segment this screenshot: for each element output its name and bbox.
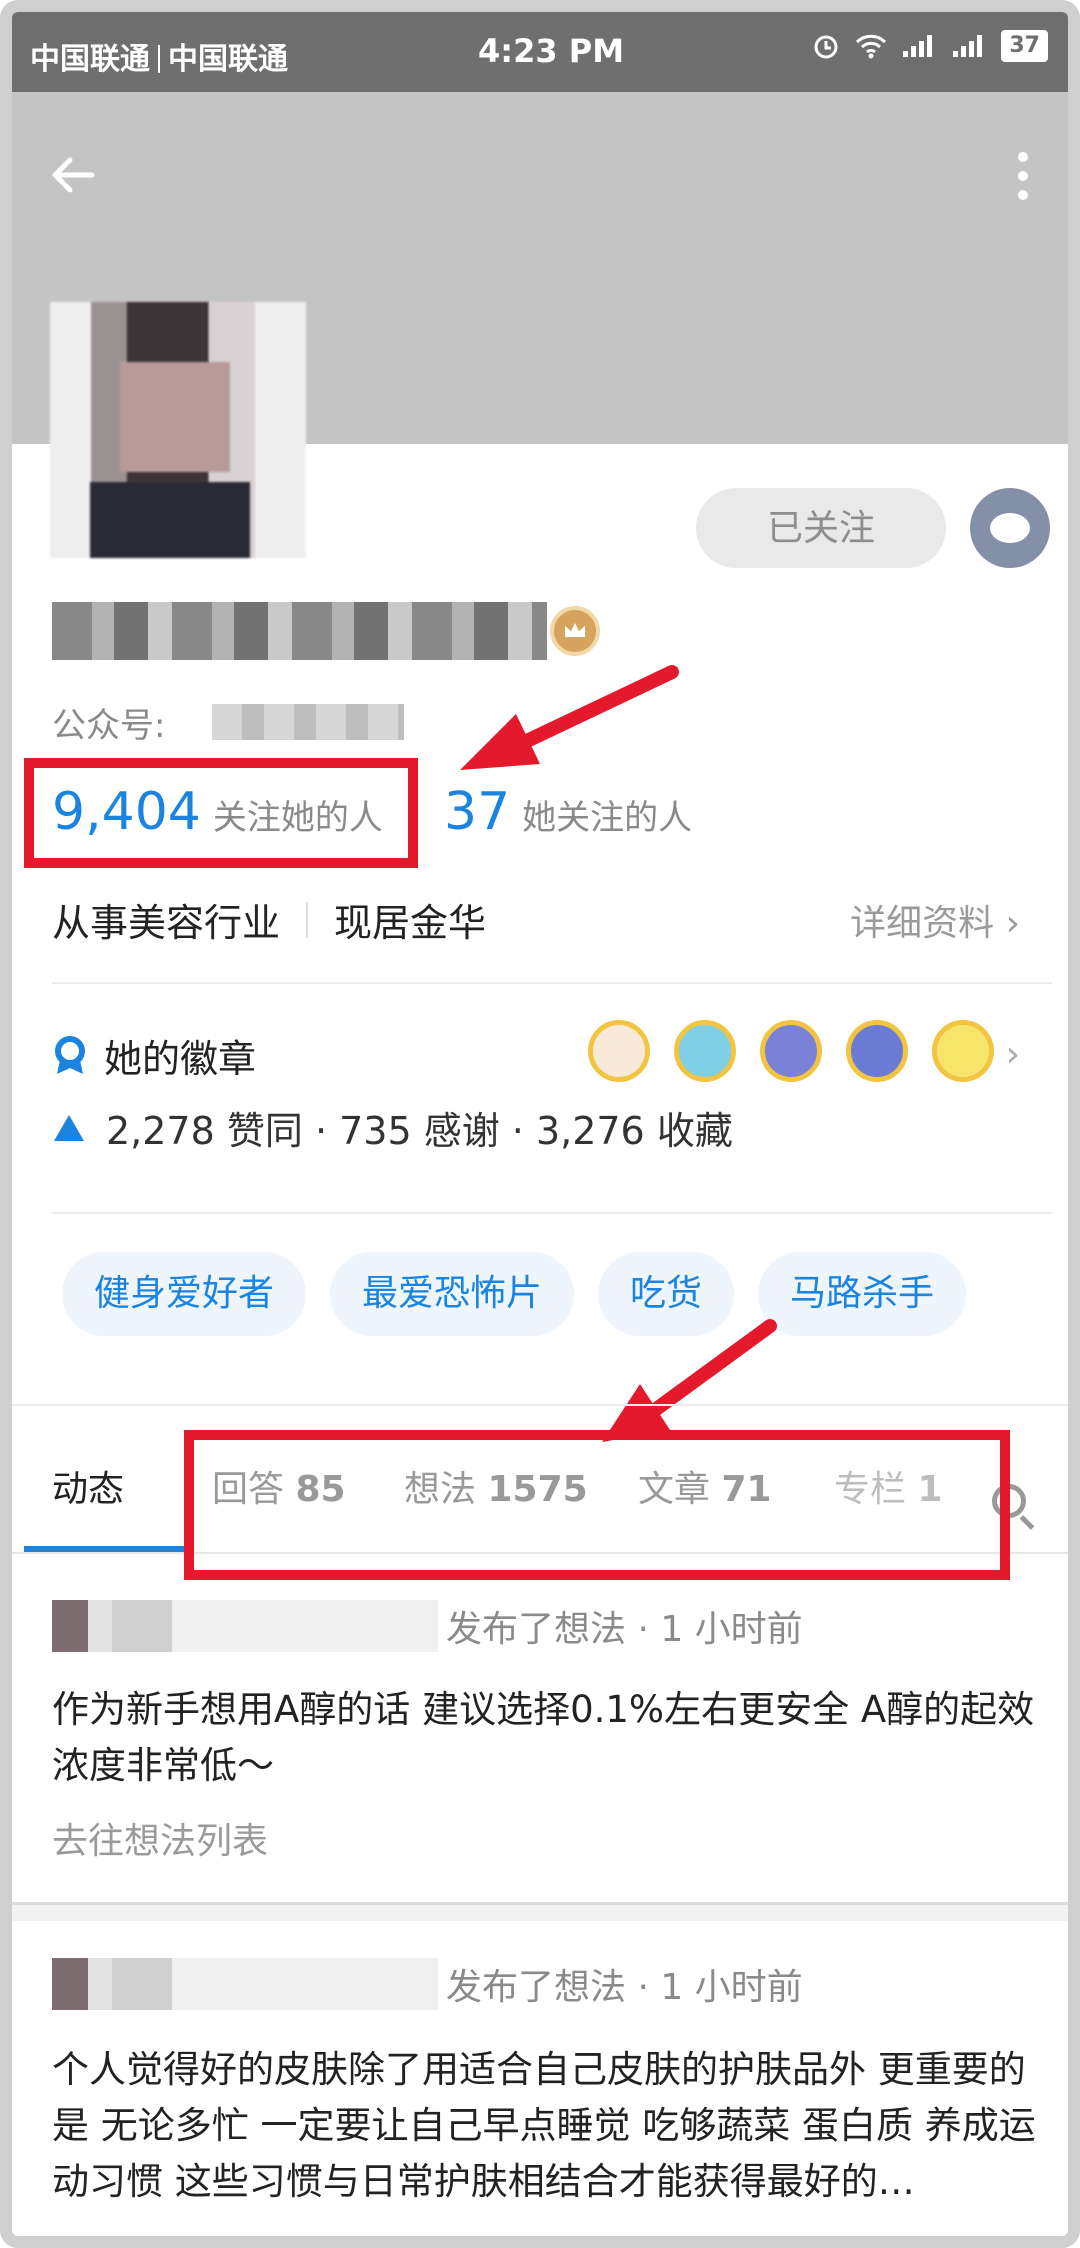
feed-item-separator <box>12 1902 1068 1921</box>
badges-title: 她的徽章 <box>104 1037 257 1081</box>
crown-badge-icon <box>550 606 600 656</box>
feed-item-2-header: 发布了想法 · 1 小时前 <box>52 1958 803 2010</box>
location-text: 现居金华 <box>334 901 487 945</box>
following-stat[interactable]: 37 她关注的人 <box>444 782 692 842</box>
badge-icon-4 <box>846 1020 908 1082</box>
carrier-info: 中国联通 中国联通 <box>30 34 288 78</box>
feed-item-1-link[interactable]: 去往想法列表 <box>52 1812 268 1864</box>
status-icons: 37 <box>811 30 1048 62</box>
carrier-2: 中国联通 <box>168 42 288 77</box>
followed-button[interactable]: 已关注 <box>696 488 946 568</box>
feed-item-1-text[interactable]: 作为新手想用A醇的话 建议选择0.1%左右更安全 A醇的起效浓度非常低～ <box>52 1682 1052 1794</box>
message-button[interactable] <box>970 488 1050 568</box>
more-vertical-icon[interactable] <box>1016 152 1030 200</box>
badge-list[interactable] <box>588 1020 994 1082</box>
annotation-box-followers <box>24 758 418 868</box>
badge-ribbon-icon <box>52 1035 88 1076</box>
battery-icon: 37 <box>1001 30 1048 62</box>
tab-activity-label: 动态 <box>52 1469 125 1510</box>
feed-item-1-author-blurred <box>52 1600 438 1652</box>
chevron-right-icon: › <box>1005 903 1020 944</box>
feed-item-1-meta: 发布了想法 · 1 小时前 <box>446 1609 803 1650</box>
feed-item-2-text[interactable]: 个人觉得好的皮肤除了用适合自己皮肤的护肤品外 更重要的是 无论多忙 一定要让自己… <box>52 2042 1052 2210</box>
annotation-arrow-1 <box>460 665 679 770</box>
signal-icon-2 <box>951 33 987 59</box>
user-name-blurred <box>52 602 547 660</box>
back-arrow-icon[interactable] <box>48 150 98 200</box>
phone-frame: 中国联通 中国联通 4:23 PM 37 已关注 公众号: 9,404 关注她的… <box>0 0 1080 2248</box>
section-divider <box>12 1404 1068 1406</box>
achievement-stats-text: 2,278 赞同 · 735 感谢 · 3,276 收藏 <box>106 1109 733 1153</box>
chat-bubble-icon <box>990 513 1030 543</box>
official-account-label: 公众号: <box>52 706 166 746</box>
avatar[interactable] <box>50 302 306 558</box>
carrier-1: 中国联通 <box>30 42 150 77</box>
feed-item-2-author-blurred <box>52 1958 438 2010</box>
feed-item-2-meta: 发布了想法 · 1 小时前 <box>446 1967 803 2008</box>
tag-1[interactable]: 最爱恐怖片 <box>330 1252 575 1336</box>
divider-1 <box>52 982 1052 984</box>
status-bar: 中国联通 中国联通 4:23 PM 37 <box>12 12 1068 92</box>
badges-row[interactable]: 她的徽章 <box>52 1028 256 1083</box>
badge-icon-2 <box>674 1020 736 1082</box>
industry-text: 从事美容行业 <box>52 901 281 945</box>
detail-info-label: 详细资料 <box>850 903 995 944</box>
interest-tags: 健身爱好者 最爱恐怖片 吃货 马路杀手 <box>62 1252 967 1336</box>
badge-icon-3 <box>760 1020 822 1082</box>
tag-0[interactable]: 健身爱好者 <box>62 1252 307 1336</box>
following-count: 37 <box>444 782 511 842</box>
carrier-divider <box>158 45 160 73</box>
annotation-box-tabs <box>184 1430 1010 1580</box>
tab-activity[interactable]: 动态 <box>52 1432 124 1548</box>
badge-icon-1 <box>588 1020 650 1082</box>
achievement-stats: 2,278 赞同 · 735 感谢 · 3,276 收藏 <box>52 1100 733 1155</box>
following-label: 她关注的人 <box>522 798 693 838</box>
upvote-triangle-icon <box>52 1113 86 1143</box>
bio-line: 从事美容行业 现居金华 <box>52 892 486 947</box>
feed-item-1-header: 发布了想法 · 1 小时前 <box>52 1600 803 1652</box>
badges-chevron-right-icon[interactable]: › <box>1006 1034 1020 1075</box>
alarm-icon <box>811 31 841 61</box>
badge-icon-5 <box>932 1020 994 1082</box>
wifi-icon <box>855 33 887 59</box>
bio-divider <box>306 901 309 938</box>
divider-2 <box>52 1212 1052 1214</box>
signal-icon-1 <box>901 33 937 59</box>
detail-info-link[interactable]: 详细资料 › <box>850 894 1020 946</box>
official-account-name-blurred <box>212 704 404 740</box>
clock: 4:23 PM <box>478 32 625 70</box>
